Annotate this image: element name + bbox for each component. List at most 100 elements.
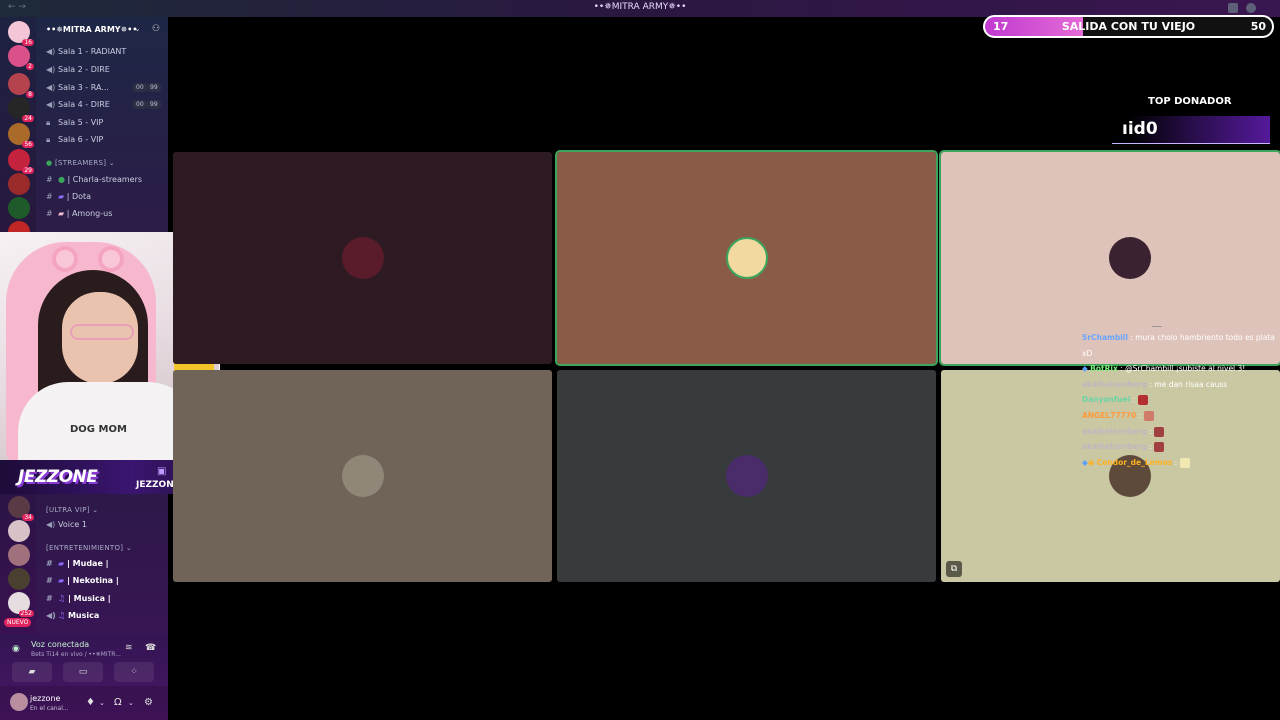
server-icon[interactable]: 34 <box>8 496 34 521</box>
chat-message: akalheisenberg : me dan risaa causs <box>1082 377 1280 393</box>
chat-text: : me dan risaa causs <box>1149 379 1228 389</box>
channel-nekotina[interactable]: # ▰ | Nekotina | <box>46 576 119 585</box>
user-panel: ◉ Voz conectada Bets Ti14 en vivo / ••✵M… <box>0 634 168 720</box>
channel-charla-streamers[interactable]: # ● | Charla-streamers <box>46 175 142 184</box>
server-icon[interactable]: 24 <box>8 97 34 122</box>
voice-status-title[interactable]: Voz conectada <box>31 640 89 649</box>
video-tile[interactable] <box>173 370 552 582</box>
chat-text: : <box>1174 457 1178 467</box>
server-icon[interactable] <box>8 197 30 219</box>
twitch-icon: ▣ <box>157 466 167 477</box>
activities-button[interactable]: ⁘ <box>114 662 154 682</box>
microphone-icon[interactable]: ♦ <box>86 697 95 708</box>
channel-voice-3[interactable]: ◀) Sala 3 - RA... <box>46 83 109 92</box>
chat-message: ◆◉ Condor_de_Lemos : <box>1082 455 1280 471</box>
server-icon[interactable]: 16 <box>8 21 34 46</box>
video-tile[interactable] <box>557 370 936 582</box>
hashtag-icon: # <box>46 559 53 568</box>
headphone-ear-left <box>52 246 78 272</box>
participant-avatar[interactable] <box>341 455 384 497</box>
inbox-icon[interactable] <box>1228 3 1238 13</box>
server-icon[interactable] <box>8 173 30 195</box>
server-icon[interactable]: 56 <box>8 123 34 148</box>
gamepad-icon: ▰ <box>58 559 65 568</box>
voice-status-channel[interactable]: Bets Ti14 en vivo / ••✵MITR... <box>31 651 121 658</box>
chat-text: : <box>1149 426 1153 436</box>
hashtag-icon: # <box>46 175 53 184</box>
chevron-down-icon[interactable]: ⌄ <box>134 24 141 33</box>
music-note-icon: ♫ <box>58 611 66 620</box>
channel-among-us[interactable]: # ▰ | Among-us <box>46 209 112 218</box>
category-streamers[interactable]: ● [STREAMERS] ⌄ <box>46 159 115 167</box>
hashtag-icon: # <box>46 594 53 603</box>
status-dot-icon: ● <box>46 159 53 167</box>
server-icon[interactable] <box>8 520 30 542</box>
user-count-badge: 00 <box>133 100 147 109</box>
server-icon[interactable]: 252 <box>8 592 34 617</box>
headphones-icon[interactable]: Ω <box>114 697 122 708</box>
chat-message: ◆ BotRix : @SrChambill ¡subiste al nivel… <box>1082 361 1280 377</box>
chat-username: akalheisenberg <box>1082 426 1148 436</box>
participant-avatar[interactable] <box>1109 237 1151 279</box>
channel-voice-ultra[interactable]: ◀) Voice 1 <box>46 520 87 529</box>
channel-dota[interactable]: # ▰ | Dota <box>46 192 91 201</box>
participant-avatar[interactable] <box>725 237 768 279</box>
speaker-icon: ◀) <box>46 65 56 74</box>
hashtag-icon: # <box>46 192 53 201</box>
mention-badge: 24 <box>22 115 34 122</box>
add-member-icon[interactable]: ⚇ <box>152 24 160 34</box>
gear-icon[interactable]: ⚙ <box>144 697 153 708</box>
noise-suppression-icon[interactable]: ≋ <box>125 643 133 653</box>
chat-message: SrChambill : mura cholo hambriento todo … <box>1082 330 1280 361</box>
category-ultra-vip[interactable]: [ULTRA VIP] ⌄ <box>46 506 98 514</box>
chevron-down-icon[interactable]: ⌄ <box>128 699 134 707</box>
server-icon[interactable]: 2 <box>8 45 34 70</box>
globe-icon: ● <box>58 175 65 184</box>
gamepad-icon: ▰ <box>58 576 65 585</box>
screen-share-button[interactable]: ▭ <box>63 662 103 682</box>
channel-voice-4[interactable]: ◀) Sala 4 - DIRE <box>46 100 110 109</box>
channel-voice-1[interactable]: ◀) Sala 1 - RADIANT <box>46 47 126 56</box>
speaker-icon: ◀) <box>46 611 56 620</box>
camera-off-button[interactable]: ▰ <box>12 662 52 682</box>
username[interactable]: jezzone <box>30 694 60 703</box>
server-icon[interactable] <box>8 544 30 566</box>
server-icon[interactable]: 29 <box>8 149 34 174</box>
disconnect-icon[interactable]: ☎ <box>145 643 156 653</box>
channel-voice-5[interactable]: 🔒︎ Sala 5 - VIP <box>46 118 103 128</box>
channel-musica-text[interactable]: # ♫ | Musica | <box>46 594 111 603</box>
server-icon[interactable]: 8 <box>8 73 34 98</box>
chat-username: akalheisenberg <box>1082 442 1148 452</box>
server-list: 16 2 8 24 56 29 <box>0 17 36 243</box>
avatar[interactable] <box>10 693 28 711</box>
help-icon[interactable] <box>1246 3 1256 13</box>
user-limit-badge: 99 <box>147 100 161 109</box>
participant-avatar[interactable] <box>341 237 384 279</box>
video-tile[interactable] <box>173 152 552 364</box>
channel-musica-voice[interactable]: ◀) ♫ Musica <box>46 611 99 620</box>
participant-avatar[interactable] <box>725 455 768 497</box>
video-tile-speaking[interactable] <box>555 150 938 366</box>
lock-icon: 🔒︎ <box>46 118 51 127</box>
server-icon[interactable] <box>8 568 30 590</box>
goal-label: SALIDA CON TU VIEJO <box>1061 20 1196 33</box>
chat-message: akalheisenberg : <box>1082 424 1280 440</box>
mention-badge: 252 <box>18 610 34 617</box>
server-name[interactable]: ••✵MITRA ARMY✵•• <box>46 25 138 34</box>
channel-voice-6[interactable]: 🔒︎ Sala 6 - VIP <box>46 135 103 145</box>
top-donor-name: ıid0 <box>1122 119 1158 139</box>
mention-badge: 8 <box>26 91 34 98</box>
chat-text: : @SrChambill ¡subiste al nivel 3! <box>1120 364 1246 374</box>
hashtag-icon: # <box>46 576 53 585</box>
donation-goal-bar: 17 SALIDA CON TU VIEJO 50 <box>983 15 1274 38</box>
channel-voice-2[interactable]: ◀) Sala 2 - DIRE <box>46 65 110 74</box>
popout-icon[interactable]: ⧉ <box>946 561 962 577</box>
speaker-icon: ◀) <box>46 83 56 92</box>
top-donor-box: ıid0 <box>1112 116 1270 144</box>
category-entretenimiento[interactable]: [ENTRETENIMIENTO] ⌄ <box>46 544 132 552</box>
chevron-down-icon[interactable]: ⌄ <box>99 699 105 707</box>
goal-target: 50 <box>1250 20 1266 33</box>
lock-icon: 🔒︎ <box>46 135 51 144</box>
channel-mudae[interactable]: # ▰ | Mudae | <box>46 559 109 568</box>
bot-badge-icon: ◆ <box>1082 364 1088 374</box>
